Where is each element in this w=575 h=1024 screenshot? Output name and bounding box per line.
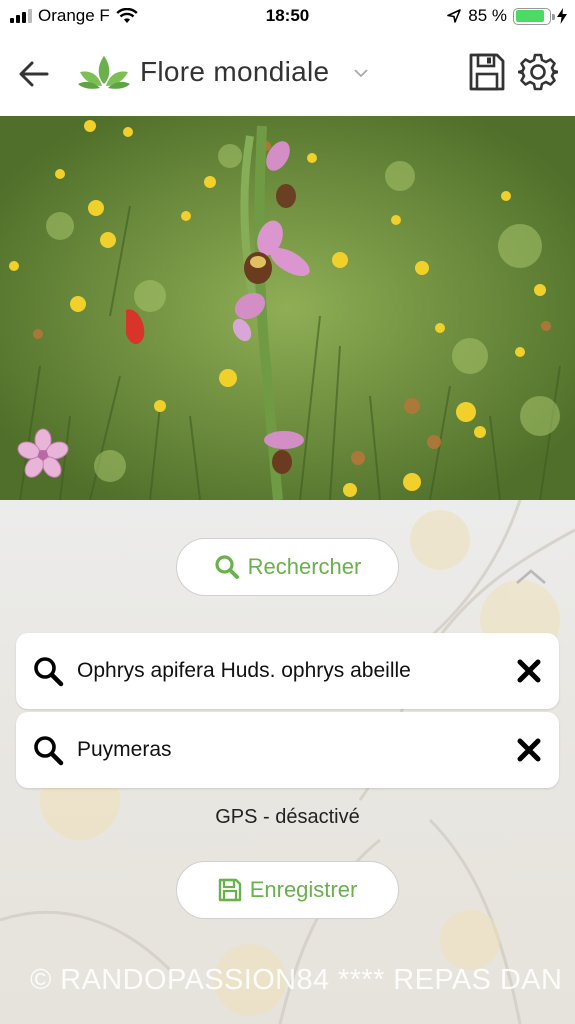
flower-badge-icon[interactable] — [16, 428, 70, 482]
back-arrow-icon — [19, 61, 49, 87]
app-header: Flore mondiale — [0, 34, 575, 116]
battery-fill — [515, 10, 544, 22]
save-record-button[interactable]: Enregistrer — [176, 861, 399, 919]
chevron-down-icon[interactable] — [354, 68, 368, 78]
close-icon[interactable] — [515, 736, 543, 764]
floppy-disk-icon[interactable] — [468, 52, 506, 92]
search-icon — [34, 657, 64, 687]
plant-photo[interactable] — [0, 116, 575, 500]
floppy-disk-icon — [218, 878, 241, 902]
gps-status: GPS - désactivé — [215, 806, 360, 828]
plant-photo-image — [0, 116, 575, 500]
photo-watermark: © RANDOPASSION84 **** REPAS DAN — [30, 964, 563, 996]
search-icon — [34, 736, 64, 766]
status-right: 85 % — [446, 6, 567, 26]
location-field[interactable]: Puymeras — [16, 712, 559, 788]
search-button[interactable]: Rechercher — [176, 538, 399, 596]
species-field[interactable]: Ophrys apifera Huds. ophrys abeille — [16, 633, 559, 709]
search-icon — [215, 555, 239, 579]
location-value: Puymeras — [77, 738, 172, 761]
species-value: Ophrys apifera Huds. ophrys abeille — [77, 659, 411, 682]
search-button-label: Rechercher — [247, 554, 362, 579]
close-icon[interactable] — [515, 657, 543, 685]
chevron-up-icon[interactable] — [514, 566, 548, 586]
location-arrow-icon — [447, 9, 462, 23]
app-title[interactable]: Flore mondiale — [140, 56, 329, 88]
back-button[interactable] — [14, 54, 54, 94]
gear-icon[interactable] — [518, 52, 558, 92]
battery-percent: 85 % — [468, 6, 507, 25]
battery-icon — [513, 7, 555, 25]
charging-icon — [557, 8, 567, 24]
leaf-logo-icon — [78, 56, 130, 89]
save-record-label: Enregistrer — [249, 877, 358, 902]
status-bar: Orange F 18:50 85 % — [0, 0, 575, 34]
